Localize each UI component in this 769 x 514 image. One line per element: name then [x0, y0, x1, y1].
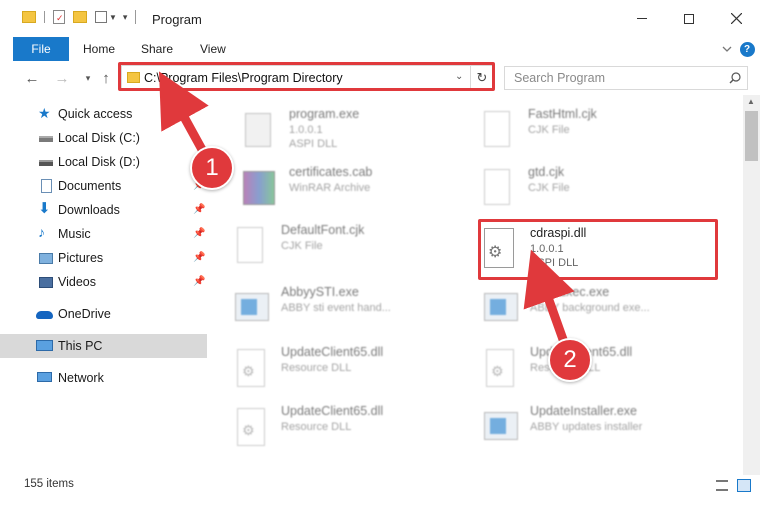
step-2-badge: 2	[548, 338, 592, 382]
arrow-to-file	[523, 249, 575, 350]
step-1-badge: 1	[190, 146, 234, 190]
arrow-to-address-bar	[158, 71, 210, 160]
annotation-arrows	[158, 71, 575, 350]
